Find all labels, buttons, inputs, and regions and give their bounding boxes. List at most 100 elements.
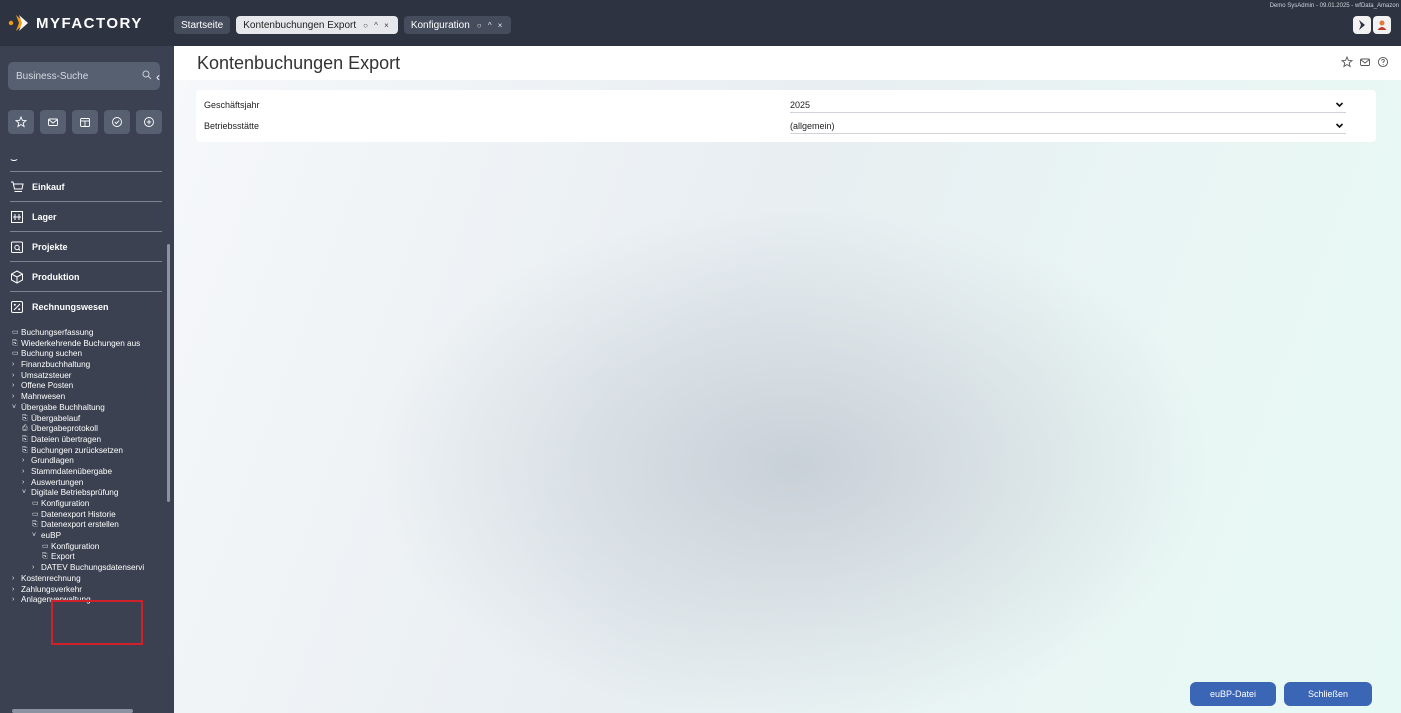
tree-item-label: Digitale Betriebsprüfung [31, 488, 119, 498]
tree-item-icon: ▭ [42, 542, 49, 550]
tree-item-label: Export [51, 552, 75, 562]
favorite-star-icon[interactable] [1340, 55, 1354, 70]
tree-item-label: Übergabelauf [31, 413, 81, 423]
betriebsstaette-select[interactable]: (allgemein) [790, 119, 1346, 134]
tree-item-icon: › [12, 382, 15, 390]
tree-item[interactable]: ˅ euBP [12, 531, 172, 542]
field-label: Geschäftsjahr [204, 100, 260, 110]
tree-item-icon: › [12, 596, 15, 604]
module-rechnungswesen[interactable]: Rechnungswesen [10, 291, 162, 321]
tree-item[interactable]: › Finanzbuchhaltung [12, 360, 172, 371]
tree-item[interactable]: › Zahlungsverkehr [12, 585, 172, 596]
chevron-down-icon [1335, 100, 1344, 111]
navigation-tree: ▭ Buchungserfassung ⎘ Wiederkehrende Buchun… [12, 328, 172, 606]
tree-item-icon: › [12, 371, 15, 379]
tree-item[interactable]: ▭ Buchungserfassung [12, 328, 172, 339]
tree-item[interactable]: ⎘ Dateien übertragen [12, 435, 172, 446]
tree-item-icon: › [12, 361, 15, 369]
module-label: Produktion [32, 271, 80, 282]
tree-item-label: Kostenrechnung [21, 573, 81, 583]
module-lager[interactable]: Lager [10, 201, 162, 231]
tree-item-icon: › [32, 564, 35, 572]
module-projekte[interactable]: Projekte [10, 231, 162, 261]
plus-circle-icon[interactable] [136, 110, 162, 134]
module-produktion[interactable]: Produktion [10, 261, 162, 291]
truncated-module-icon: ⌣ [10, 152, 18, 166]
tree-item[interactable]: ⎘ Übergabelauf [12, 414, 172, 425]
brand-name: MYFACTORY [36, 14, 143, 32]
tree-item[interactable]: ˅ Übergabe Buchhaltung [12, 403, 172, 414]
project-icon [10, 240, 24, 254]
logo[interactable]: MYFACTORY [8, 12, 143, 34]
tree-item[interactable]: ▭ Buchung suchen [12, 349, 172, 360]
tab-label: Startseite [181, 19, 224, 31]
tree-item[interactable]: › Stammdatenübergabe [12, 467, 172, 478]
tree-item[interactable]: ⎘ Datenexport erstellen [12, 520, 172, 531]
business-search-input[interactable]: Business-Suche [8, 62, 160, 90]
tree-item[interactable]: ⎘ Wiederkehrende Buchungen aus [12, 339, 172, 350]
tree-item[interactable]: › DATEV Buchungsdatenservi [12, 563, 172, 574]
cart-icon [10, 180, 24, 194]
myfactory-home-icon[interactable] [1353, 16, 1371, 34]
tree-item-icon: › [22, 457, 25, 465]
tree-item[interactable]: ˅ Digitale Betriebsprüfung [12, 488, 172, 499]
close-button[interactable]: Schließen [1284, 682, 1372, 706]
field-label: Betriebsstätte [204, 121, 260, 131]
tree-item-icon: ˅ [12, 403, 17, 411]
tree-item-label: Wiederkehrende Buchungen aus [21, 338, 141, 348]
title-bar: Kontenbuchungen Export [174, 46, 1401, 80]
tree-item-icon: ˅ [32, 532, 37, 540]
tree-item-label: Übergabe Buchhaltung [21, 402, 105, 412]
sidebar-scrollbar[interactable] [167, 244, 170, 502]
calendar-icon[interactable] [72, 110, 98, 134]
tree-item-label: Auswertungen [31, 477, 84, 487]
tab-controls[interactable]: ○ ^ × [477, 21, 505, 30]
check-circle-icon[interactable] [104, 110, 130, 134]
field-geschaeftsjahr: Geschäftsjahr 2025 [204, 97, 1354, 113]
tree-item-label: Dateien übertragen [31, 434, 102, 444]
mail-icon[interactable] [1359, 56, 1371, 70]
eubp-file-button[interactable]: euBP-Datei [1190, 682, 1276, 706]
tab-konfiguration[interactable]: Konfiguration ○ ^ × [403, 16, 512, 34]
tree-item[interactable]: › Grundlagen [12, 456, 172, 467]
top-bar: MYFACTORY Startseite Kontenbuchungen Exp… [0, 0, 1401, 46]
tree-item-icon: ⎘ [22, 446, 28, 454]
user-avatar-icon[interactable] [1373, 16, 1391, 34]
help-icon[interactable] [1377, 56, 1389, 70]
tree-item[interactable]: ⎘ Export [12, 552, 172, 563]
tab-label: Kontenbuchungen Export [243, 19, 357, 31]
sidebar-horizontal-scrollbar[interactable] [12, 709, 133, 713]
tab-controls[interactable]: ○ ^ × [363, 21, 391, 30]
collapse-sidebar-icon[interactable]: ‹ [156, 70, 160, 84]
tree-item-label: Umsatzsteuer [21, 370, 72, 380]
field-betriebsstaette: Betriebsstätte (allgemein) [204, 118, 1354, 134]
mail-icon[interactable] [40, 110, 66, 134]
tree-item-icon: ⎘ [42, 553, 48, 561]
tree-item[interactable]: › Kostenrechnung [12, 574, 172, 585]
module-einkauf[interactable]: Einkauf [10, 171, 162, 201]
star-icon[interactable] [8, 110, 34, 134]
tree-item-icon: › [12, 574, 15, 582]
tab-label: Konfiguration [410, 19, 470, 31]
tree-item-icon: ▭ [32, 510, 39, 518]
tab-bar: Startseite Kontenbuchungen Export ○ ^ × … [174, 16, 512, 34]
tab-startseite[interactable]: Startseite [174, 16, 231, 34]
tree-item-icon: ▭ [32, 500, 39, 507]
tree-item[interactable]: ⎙ Übergabeprotokoll [12, 424, 172, 435]
tab-kontenbuchungen-export[interactable]: Kontenbuchungen Export ○ ^ × [236, 16, 398, 34]
module-label: Lager [32, 211, 57, 222]
tree-item[interactable]: ▭ Datenexport Historie [12, 510, 172, 521]
tree-item-label: Stammdatenübergabe [31, 466, 113, 476]
tree-item[interactable]: › Umsatzsteuer [12, 371, 172, 382]
tree-item[interactable]: ▭ Konfiguration [12, 542, 172, 553]
tree-item[interactable]: ⎘ Buchungen zurücksetzen [12, 446, 172, 457]
tree-item-icon: › [22, 478, 25, 486]
tree-item[interactable]: › Mahnwesen [12, 392, 172, 403]
tree-item[interactable]: › Auswertungen [12, 478, 172, 489]
page-title: Kontenbuchungen Export [197, 53, 401, 73]
geschaeftsjahr-select[interactable]: 2025 [790, 98, 1346, 113]
module-label: Rechnungswesen [32, 301, 109, 312]
module-label: Projekte [32, 241, 68, 252]
tree-item[interactable]: ▭ Konfiguration [12, 499, 172, 510]
tree-item[interactable]: › Offene Posten [12, 381, 172, 392]
